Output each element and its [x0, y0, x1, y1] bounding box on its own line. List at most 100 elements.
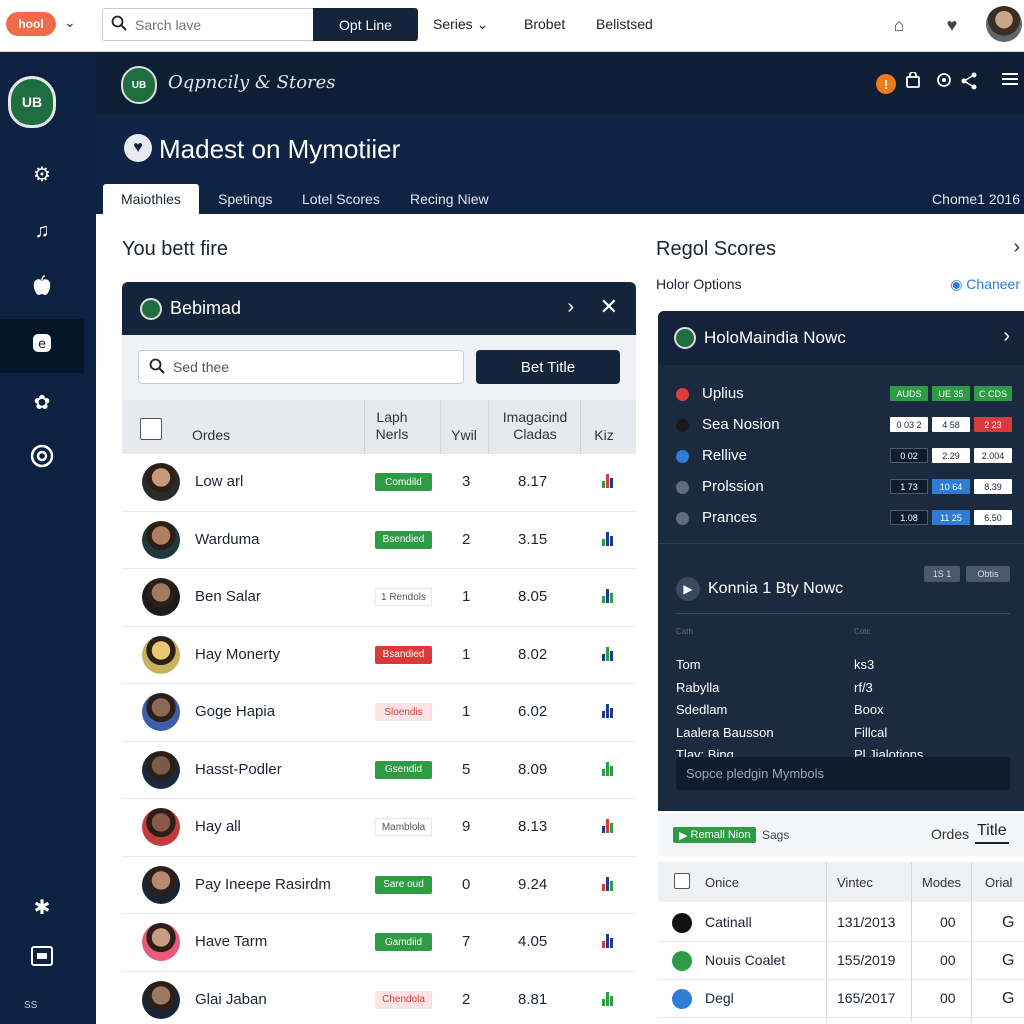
col-laph[interactable]: Laph Nerls — [364, 409, 420, 443]
share-icon[interactable] — [960, 72, 980, 95]
col-imagacind[interactable]: Imagacind Cladas — [490, 409, 580, 443]
close-icon[interactable]: ✕ — [600, 294, 618, 320]
mini-col-onice[interactable]: Onice — [705, 875, 739, 890]
table-row[interactable]: Goge Hapia Sloendis 1 6.02 — [122, 684, 636, 742]
table-row[interactable]: Hay all Mamblola 9 8.13 — [122, 799, 636, 857]
table-row[interactable]: Ben Salar 1 Rendols 1 8.05 — [122, 569, 636, 627]
odds-button[interactable]: 2.004 — [974, 448, 1012, 463]
nav-series[interactable]: Series ⌄ — [433, 16, 488, 33]
row-name: Nouis Coalet — [705, 952, 786, 968]
svg-text:e: e — [38, 337, 46, 352]
ywil-value: 5 — [462, 760, 471, 778]
mini-bars-icon — [602, 819, 614, 833]
mini-col-orial[interactable]: Orial — [985, 875, 1012, 890]
table-row[interactable]: Warduma Bsendied 2 3.15 — [122, 511, 636, 569]
sidebar-item-flower[interactable]: ✿ — [0, 375, 84, 429]
table-row[interactable]: Hay Monerty Bsandied 1 8.02 — [122, 626, 636, 684]
mini-col-vintec[interactable]: Vintec — [837, 875, 873, 890]
chevron-right-icon[interactable]: › — [567, 296, 574, 319]
sidebar-item-music[interactable]: ♫ — [0, 204, 84, 258]
main-content: You bett fire Bebimad › ✕ Sed thee Bet T… — [96, 214, 1024, 1024]
search-input[interactable] — [135, 16, 305, 33]
odds-button[interactable]: C CDS — [974, 386, 1012, 401]
col-ywil[interactable]: Ywil — [440, 427, 488, 444]
sidebar-item-apple[interactable] — [0, 262, 84, 316]
status-badge: Mamblola — [375, 818, 432, 836]
table-row[interactable]: Degl 165/2017 00 G — [658, 980, 1024, 1018]
chaneer-link[interactable]: ◉ Chaneer — [950, 276, 1020, 293]
table-row[interactable]: Nouis Coalet 155/2019 00 G — [658, 942, 1024, 980]
chevron-right-icon[interactable]: › — [1003, 325, 1010, 348]
market-row[interactable]: Sea Nosion 0 03 2 4 58 2 23 — [658, 412, 1024, 440]
market-row[interactable]: Prolssion 1 73 10 64 8.39 — [658, 474, 1024, 502]
sidebar-item-window[interactable] — [0, 932, 84, 986]
heart-icon[interactable]: ♥ — [941, 14, 963, 36]
nav-brobet[interactable]: Brobet — [524, 16, 565, 32]
chevron-right-icon[interactable]: › — [1013, 236, 1020, 259]
odds-button[interactable]: 1 73 — [890, 479, 928, 494]
table-row[interactable]: Hasst-Podler Gsendid 5 8.09 — [122, 741, 636, 799]
mini-col-modes[interactable]: Modes — [922, 875, 961, 890]
odds-button[interactable]: 6.50 — [974, 510, 1012, 525]
search-box[interactable] — [102, 8, 314, 41]
odds-button[interactable]: 0 02 — [890, 448, 928, 463]
tab-matches[interactable]: Maiothles — [103, 184, 199, 214]
alert-badge[interactable]: ! — [876, 74, 896, 94]
bet-title-button[interactable]: Bet Title — [476, 350, 620, 384]
option-line-button[interactable]: Opt Line — [313, 8, 418, 41]
tab-settings[interactable]: Spetings — [200, 184, 290, 214]
home-icon[interactable]: ⌂ — [888, 14, 910, 36]
header-date: Chome1 2016 — [932, 191, 1020, 207]
sidebar-item-edge[interactable]: e — [0, 319, 84, 373]
odds-button[interactable]: UE 35 — [932, 386, 970, 401]
small-toggle-button[interactable]: 1S 1 — [924, 566, 960, 582]
table-row[interactable]: Have Tarm Gamdiid 7 4.05 — [122, 914, 636, 972]
odds-button[interactable]: 1.08 — [890, 510, 928, 525]
market-row[interactable]: Uplius AUDS UE 35 C CDS — [658, 381, 1024, 409]
remall-button[interactable]: ▶ Remall Nion — [673, 827, 757, 843]
market-row[interactable]: Rellive 0 02 2.29 2.004 — [658, 443, 1024, 471]
chevron-down-icon[interactable]: ⌄ — [64, 14, 76, 31]
small-option-button[interactable]: Obtis — [966, 566, 1010, 582]
odds-button[interactable]: 11 25 — [932, 510, 970, 525]
app-logo[interactable]: hool — [6, 12, 56, 36]
tab-title[interactable]: Title — [975, 822, 1009, 844]
col-ordes[interactable]: Ordes — [192, 427, 230, 444]
mini-select-all-checkbox[interactable] — [674, 873, 690, 889]
row-name: Degl — [705, 990, 734, 1006]
odds-button[interactable]: 2.29 — [932, 448, 970, 463]
menu-icon[interactable] — [1002, 72, 1018, 91]
odds-button[interactable]: 4 58 — [932, 417, 970, 432]
table-row[interactable]: Catinall 131/2013 00 G — [658, 904, 1024, 942]
table-row[interactable]: Low arl Comdild 3 8.17 — [122, 454, 636, 512]
chat-icon[interactable] — [936, 72, 952, 93]
market-dot-icon — [676, 512, 689, 525]
table-row[interactable]: Pay Ineepe Rasirdm Sare oud 0 9.24 — [122, 856, 636, 914]
odds-button[interactable]: AUDS — [890, 386, 928, 401]
sidebar-item-target[interactable] — [0, 432, 84, 486]
sidebar-item-settings[interactable]: ⚙ — [0, 147, 84, 201]
sidebar-logo[interactable]: UB — [8, 76, 56, 128]
konnia-heading[interactable]: ▶ Konnia 1 Bty Nowc — [676, 577, 843, 601]
header-logo[interactable]: UB — [121, 66, 157, 104]
table-row[interactable]: Glai Jaban Chendola 2 8.81 — [122, 971, 636, 1024]
tab-latest-scores[interactable]: Lotel Scores — [284, 184, 398, 214]
panel-header: Bebimad — [122, 282, 636, 335]
odds-button[interactable]: 2 23 — [974, 417, 1012, 432]
panel-search-box[interactable]: Sed thee — [138, 350, 464, 384]
odds-button[interactable]: 10 64 — [932, 479, 970, 494]
odds-button[interactable]: 8.39 — [974, 479, 1012, 494]
row-icon — [672, 913, 692, 933]
sidebar-item-asterisk[interactable]: ✱ — [0, 880, 84, 934]
user-avatar[interactable] — [986, 6, 1022, 42]
market-label: Rellive — [702, 447, 748, 464]
bag-icon[interactable] — [906, 71, 920, 93]
tab-racing-news[interactable]: Recing Niew — [392, 184, 507, 214]
tab-ordes[interactable]: Ordes — [931, 826, 969, 842]
nav-belistsed[interactable]: Belistsed — [596, 16, 653, 32]
market-row[interactable]: Prances 1.08 11 25 6.50 — [658, 505, 1024, 533]
col-kiz[interactable]: Kiz — [584, 427, 624, 444]
select-all-checkbox[interactable] — [140, 418, 162, 440]
odds-button[interactable]: 0 03 2 — [890, 417, 928, 432]
symbols-input[interactable]: Sopce pledgin Mymbols — [676, 757, 1010, 790]
